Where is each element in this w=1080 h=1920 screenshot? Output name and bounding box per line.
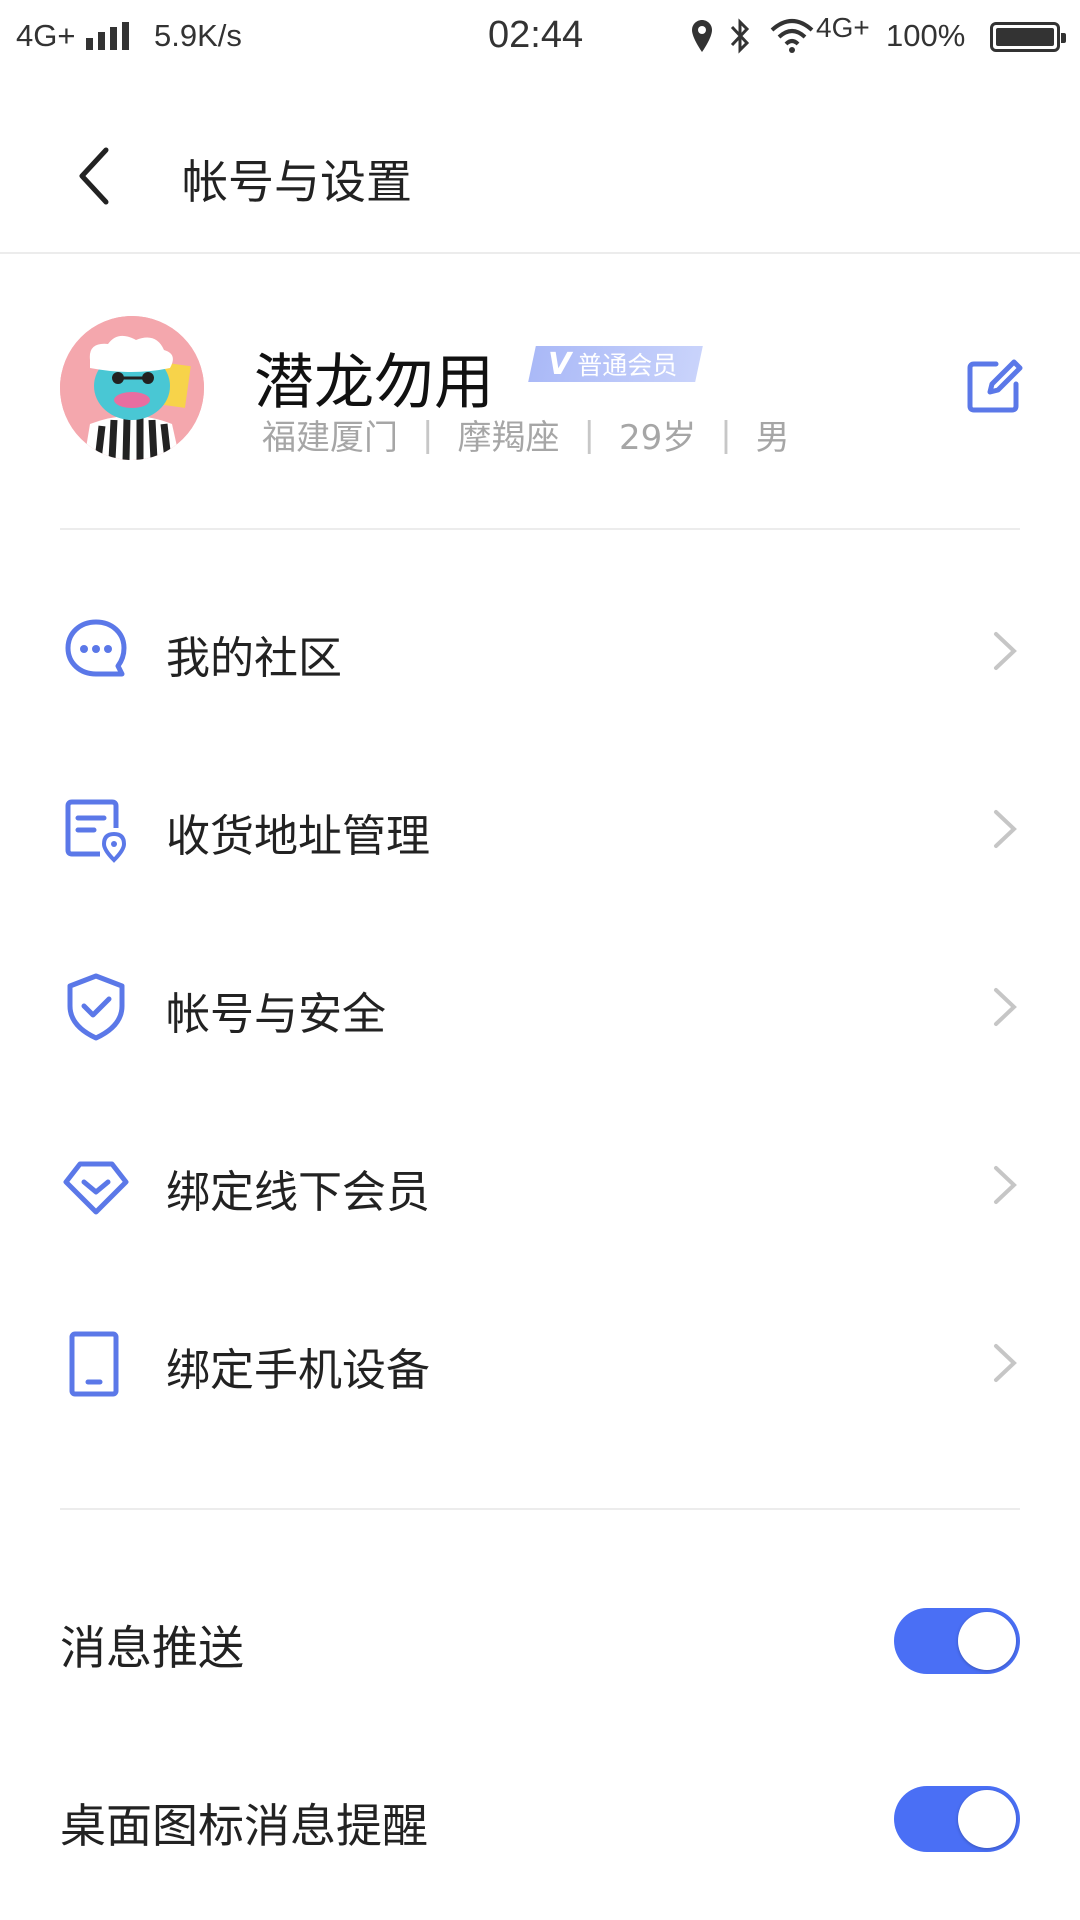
menu-item-label: 收货地址管理	[166, 811, 430, 862]
setting-label: 消息推送	[60, 1621, 244, 1675]
avatar[interactable]	[60, 316, 204, 460]
network-type-left: 4G+	[16, 18, 76, 53]
profile-card[interactable]: 潜龙勿用 V 普通会员 福建厦门 | 摩羯座 | 29岁 | 男	[0, 254, 1080, 530]
battery-level: 100%	[886, 18, 966, 53]
edit-icon	[967, 359, 1023, 413]
switch-knob	[958, 1790, 1016, 1848]
menu-item-label: 绑定线下会员	[166, 1167, 430, 1218]
network-type-right: 4G+	[816, 12, 870, 43]
chevron-right-icon	[994, 1166, 1017, 1204]
chevron-right-icon	[994, 810, 1017, 848]
setting-label: 桌面图标消息提醒	[60, 1799, 428, 1853]
battery-icon	[990, 22, 1066, 52]
menu-item-account-security[interactable]: 帐号与安全	[0, 918, 1080, 1096]
phone-device-icon	[69, 1331, 119, 1397]
chevron-right-icon	[994, 988, 1017, 1026]
meta-separator: |	[583, 414, 595, 455]
meta-separator: |	[422, 414, 434, 455]
back-button[interactable]	[60, 136, 120, 216]
setting-push-notifications: 消息推送	[0, 1552, 1080, 1730]
setting-badge-reminder: 桌面图标消息提醒	[0, 1730, 1080, 1908]
menu-item-label: 我的社区	[166, 633, 342, 684]
clock: 02:44	[488, 14, 584, 56]
nickname: 潜龙勿用	[254, 348, 494, 418]
zodiac: 摩羯座	[457, 418, 560, 458]
back-arrow-icon	[79, 147, 109, 205]
badge-reminder-switch[interactable]	[894, 1786, 1020, 1852]
menu-item-bind-phone-device[interactable]: 绑定手机设备	[0, 1274, 1080, 1452]
location: 福建厦门	[262, 418, 398, 458]
shield-check-icon	[67, 973, 125, 1041]
menu-item-label: 绑定手机设备	[166, 1345, 430, 1396]
location-icon	[692, 20, 712, 52]
push-notifications-switch[interactable]	[894, 1608, 1020, 1674]
membership-level: 普通会员	[577, 351, 678, 380]
chat-bubble-icon	[65, 619, 127, 677]
profile-meta: 福建厦门 | 摩羯座 | 29岁 | 男	[262, 410, 790, 459]
menu-item-address[interactable]: 收货地址管理	[0, 740, 1080, 918]
menu-item-my-community[interactable]: 我的社区	[0, 562, 1080, 740]
divider	[60, 528, 1020, 530]
age: 29岁	[618, 418, 697, 458]
divider	[60, 1508, 1020, 1510]
diamond-icon	[63, 1161, 129, 1215]
chevron-right-icon	[994, 632, 1017, 670]
network-speed: 5.9K/s	[154, 18, 242, 53]
menu-item-label: 帐号与安全	[166, 989, 386, 1040]
edit-profile-button[interactable]	[962, 354, 1026, 418]
gender: 男	[755, 418, 790, 458]
signal-icon	[86, 22, 130, 50]
wifi-icon	[770, 19, 814, 53]
chevron-right-icon	[994, 1344, 1017, 1382]
header: 帐号与设置	[0, 74, 1080, 254]
switch-knob	[958, 1612, 1016, 1670]
page-title: 帐号与设置	[182, 155, 412, 209]
avatar-illustration	[60, 316, 204, 460]
bluetooth-icon	[730, 18, 750, 54]
status-bar: 4G+ 5.9K/s 02:44 4G+ 100%	[0, 0, 1080, 74]
address-card-icon	[65, 799, 127, 863]
membership-badge: V 普通会员	[528, 346, 704, 382]
menu-item-bind-offline-member[interactable]: 绑定线下会员	[0, 1096, 1080, 1274]
meta-separator: |	[720, 414, 732, 455]
vip-mark: V	[548, 346, 572, 382]
